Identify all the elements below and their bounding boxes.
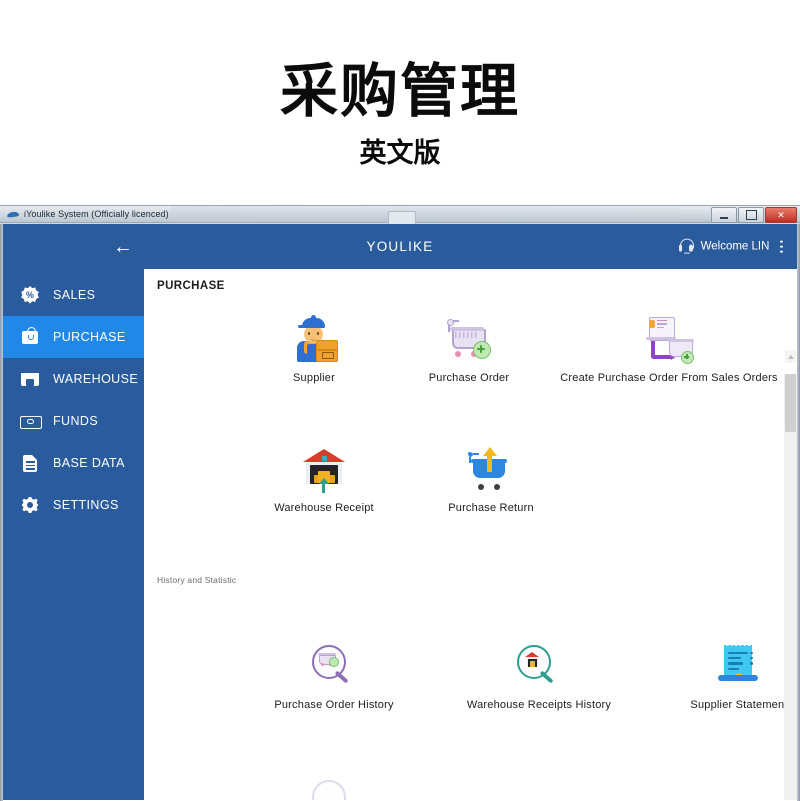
welcome-label[interactable]: Welcome LIN xyxy=(701,241,770,253)
sidebar-item-purchase[interactable]: PURCHASE xyxy=(3,316,144,358)
tile-supplier[interactable]: Supplier xyxy=(229,307,399,384)
tile-create-po-from-so[interactable]: Create Purchase Order From Sales Orders xyxy=(519,307,797,384)
poster-title: 采购管理 xyxy=(279,57,520,125)
tile-label: Warehouse Receipts History xyxy=(466,699,612,711)
sidebar-item-label: FUNDS xyxy=(53,414,99,428)
vertical-scrollbar[interactable] xyxy=(784,314,797,800)
tile-label: Warehouse Receipt xyxy=(274,502,374,514)
warehouse-inbound-icon xyxy=(239,437,409,493)
page-title: PURCHASE xyxy=(157,280,225,292)
sidebar-item-label: SETTINGS xyxy=(53,498,119,512)
cart-outbound-icon xyxy=(406,437,576,493)
store-icon xyxy=(20,369,40,389)
poster-heading: 采购管理 英文版 xyxy=(0,0,800,205)
app-frame: ← YOULIKE Welcome LIN SALES xyxy=(3,224,797,800)
titlebar-tab-stub[interactable] xyxy=(388,211,416,224)
app-header: ← YOULIKE Welcome LIN xyxy=(3,224,797,269)
receipt-icon xyxy=(654,634,797,690)
titlebar-fade xyxy=(170,206,680,223)
tile-warehouse-receipts-history[interactable]: Warehouse Receipts History xyxy=(454,634,624,711)
scroll-up-icon[interactable] xyxy=(785,350,796,363)
sidebar-item-sales[interactable]: SALES xyxy=(3,274,144,316)
tile-partial-next-row[interactable] xyxy=(249,769,419,800)
sales-badge-icon xyxy=(20,285,40,305)
sidebar: SALES PURCHASE WAREHOUSE xyxy=(3,269,144,800)
sidebar-item-label: BASE DATA xyxy=(53,456,125,470)
tile-label: Purchase Return xyxy=(448,502,534,514)
shopping-bag-icon xyxy=(20,327,40,347)
section-subtitle: History and Statistic xyxy=(157,575,237,585)
document-icon xyxy=(20,453,40,473)
scrollbar-track[interactable] xyxy=(784,374,797,800)
window-titlebar[interactable]: iYoulike System (Officially licenced) ✕ xyxy=(0,206,800,224)
tile-purchase-order-history[interactable]: Purchase Order History xyxy=(249,634,419,711)
maximize-icon[interactable] xyxy=(738,207,764,223)
sidebar-item-settings[interactable]: SETTINGS xyxy=(3,484,144,526)
tile-label: Supplier xyxy=(293,372,335,384)
sidebar-item-label: PURCHASE xyxy=(53,330,126,344)
tile-label: Supplier Statement xyxy=(690,699,788,711)
document-to-cart-icon xyxy=(519,307,797,364)
tile-supplier-statement[interactable]: Supplier Statement xyxy=(654,634,797,711)
banknote-icon xyxy=(20,411,42,431)
sidebar-item-warehouse[interactable]: WAREHOUSE xyxy=(3,358,144,400)
bird-logo-icon xyxy=(6,210,20,219)
sidebar-item-label: WAREHOUSE xyxy=(53,372,139,386)
partial-icon xyxy=(249,769,419,800)
sidebar-item-funds[interactable]: FUNDS xyxy=(3,400,144,442)
tile-label: Create Purchase Order From Sales Orders xyxy=(560,372,778,384)
main-panel: PURCHASE History and Statistic Supplier xyxy=(144,269,797,800)
gear-icon xyxy=(20,495,40,515)
headset-icon[interactable] xyxy=(678,239,694,254)
minimize-icon[interactable] xyxy=(711,207,737,223)
supplier-worker-icon xyxy=(229,307,399,363)
magnifier-warehouse-icon xyxy=(454,634,624,690)
window-controls: ✕ xyxy=(711,207,797,223)
app-body: SALES PURCHASE WAREHOUSE xyxy=(3,269,797,800)
magnifier-cart-icon xyxy=(249,634,419,690)
sidebar-item-label: SALES xyxy=(53,288,96,302)
tile-warehouse-receipt[interactable]: Warehouse Receipt xyxy=(239,437,409,514)
application-window: iYoulike System (Officially licenced) ✕ … xyxy=(0,205,800,801)
sidebar-item-base-data[interactable]: BASE DATA xyxy=(3,442,144,484)
window-title-text: iYoulike System (Officially licenced) xyxy=(24,209,169,219)
header-right-group: Welcome LIN xyxy=(678,238,787,255)
back-arrow-icon[interactable]: ← xyxy=(113,237,133,257)
kebab-menu-icon[interactable] xyxy=(776,238,787,255)
tile-label: Purchase Order History xyxy=(274,699,394,711)
close-icon[interactable]: ✕ xyxy=(765,207,797,223)
poster-subtitle: 英文版 xyxy=(359,138,441,169)
tile-purchase-return[interactable]: Purchase Return xyxy=(406,437,576,514)
scrollbar-thumb[interactable] xyxy=(785,374,796,432)
